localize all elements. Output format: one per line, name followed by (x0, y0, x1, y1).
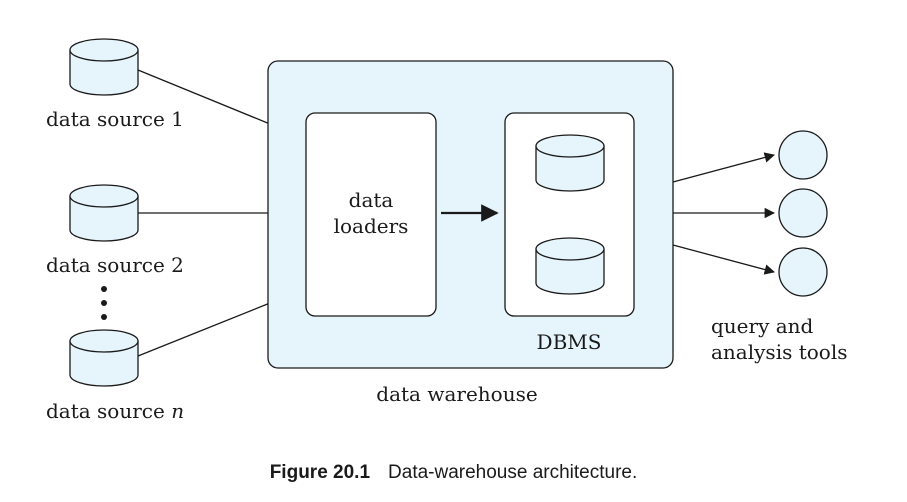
warehouse-diagram: data source 1 data source 2 data source … (46, 38, 847, 423)
source-n-connector (137, 302, 271, 357)
tools-label-line2: analysis tools (711, 340, 847, 364)
source-2-cylinder-icon (69, 184, 139, 242)
tool-3-circle-icon (778, 247, 828, 297)
source-1-label: data source 1 (46, 107, 184, 131)
loaders-label-line1: data (349, 188, 394, 212)
tool-1-arrow (672, 152, 776, 183)
tools-label-line1: query and (711, 314, 814, 338)
source-2-label: data source 2 (46, 253, 184, 277)
dbms-cylinder-bottom-icon (535, 237, 605, 295)
tool-2-circle-icon (778, 188, 828, 238)
source-1-cylinder-icon (69, 38, 139, 96)
loaders-label-line2: loaders (334, 214, 409, 238)
figure-caption: Figure 20.1 Data-warehouse architecture. (0, 462, 907, 484)
dbms-label: DBMS (537, 330, 602, 354)
ellipsis-dots-icon (101, 286, 107, 320)
dbms-cylinder-top-icon (535, 134, 605, 192)
source-n-cylinder-icon (69, 329, 139, 387)
warehouse-label: data warehouse (376, 382, 537, 406)
figure-number: Figure 20.1 (269, 462, 371, 483)
tool-1-circle-icon (778, 130, 828, 180)
source-n-label: data source n (46, 399, 184, 423)
figure: data source 1 data source 2 data source … (0, 0, 907, 502)
tool-3-arrow (672, 244, 776, 275)
figure-caption-text: Data-warehouse architecture. (388, 462, 638, 483)
